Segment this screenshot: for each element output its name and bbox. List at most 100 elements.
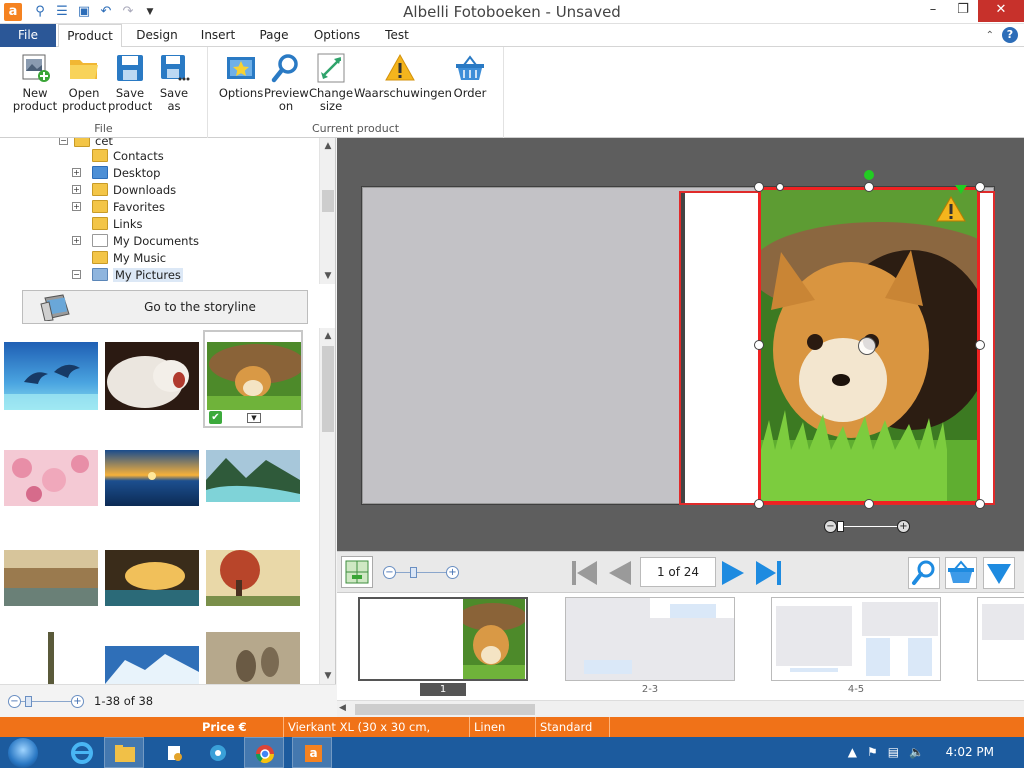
preview-magnifier-button[interactable] <box>908 557 940 589</box>
first-page-button[interactable] <box>569 557 601 589</box>
save-as-button[interactable]: Save as <box>152 53 196 113</box>
change-size-button[interactable]: Change size <box>308 53 354 113</box>
last-page-button[interactable] <box>752 557 784 589</box>
volume-icon[interactable]: 🔈 <box>909 745 924 759</box>
help-icon[interactable]: ? <box>1002 27 1018 43</box>
preview-button[interactable]: Preview on <box>264 53 309 113</box>
tree-item-links[interactable]: Links <box>76 215 143 232</box>
filmstrip-scroll-thumb[interactable] <box>355 704 535 715</box>
network-icon[interactable]: ▤ <box>888 745 899 759</box>
tray-expand-icon[interactable]: ▲ <box>848 745 857 759</box>
scroll-left-icon[interactable]: ◀ <box>339 703 346 713</box>
photo-thumb-white-lion[interactable] <box>105 342 199 410</box>
more-options-button[interactable] <box>983 557 1015 589</box>
save-product-button[interactable]: Save product <box>108 53 152 113</box>
expand-icon[interactable]: + <box>72 185 81 194</box>
collapse-ribbon-icon[interactable]: ⌃ <box>986 30 994 41</box>
resize-handle-right[interactable] <box>975 340 985 350</box>
photo-thumb-cherry-blossom[interactable] <box>4 450 98 506</box>
tree-item-favorites[interactable]: + Favorites <box>72 198 165 215</box>
resize-handle-left[interactable] <box>754 340 764 350</box>
quick-search-icon[interactable]: ⚲ <box>32 4 48 20</box>
collapse-icon[interactable]: − <box>72 270 81 279</box>
expand-icon[interactable]: + <box>72 236 81 245</box>
tree-item-downloads[interactable]: + Downloads <box>72 181 176 198</box>
close-button[interactable]: ✕ <box>978 0 1024 22</box>
photo-thumb-riverside-city[interactable] <box>4 550 98 606</box>
photo-grid-scrollbar[interactable]: ▲ ▼ <box>319 328 335 684</box>
photo-thumb-sunset-sea[interactable] <box>105 450 199 506</box>
customize-quick-access-icon[interactable]: ▼ <box>142 4 158 20</box>
expand-icon[interactable]: + <box>72 202 81 211</box>
photo-thumb-mountain-river[interactable] <box>206 450 300 502</box>
quick-new-icon[interactable]: ☰ <box>54 4 70 20</box>
photo-thumb-dolphins[interactable] <box>4 342 98 410</box>
filmstrip-scrollbar[interactable]: ◀ <box>337 700 1024 717</box>
low-resolution-warning-icon[interactable] <box>936 196 966 225</box>
start-button[interactable] <box>8 738 38 768</box>
options-button[interactable]: Options <box>218 53 264 100</box>
photo-zoom-in-icon[interactable]: + <box>897 520 910 533</box>
tab-insert[interactable]: Insert <box>192 24 244 47</box>
zoom-out-icon[interactable]: − <box>8 695 21 708</box>
folder-tree[interactable]: − cet Contacts + Desktop + Downloads + F… <box>0 138 320 284</box>
resize-handle-top-left[interactable] <box>754 182 764 192</box>
taskbar-tool-icon[interactable] <box>154 737 194 768</box>
scroll-down-icon[interactable]: ▼ <box>320 268 336 284</box>
filmstrip-zoom-out-icon[interactable]: − <box>383 566 396 579</box>
thumbnail-zoom-control[interactable]: − + <box>8 695 84 708</box>
scroll-up-icon[interactable]: ▲ <box>320 138 336 154</box>
page-indicator[interactable]: 1 of 24 <box>640 557 716 587</box>
warnings-button[interactable]: Waarschuwingen <box>354 53 452 100</box>
tree-item-my-pictures[interactable]: − My Pictures <box>72 266 183 283</box>
layout-grid-button[interactable] <box>341 556 373 588</box>
filmstrip-zoom-in-icon[interactable]: + <box>446 566 459 579</box>
pan-photo-icon[interactable] <box>858 337 876 355</box>
filmstrip-zoom-knob[interactable] <box>410 567 417 578</box>
redo-icon[interactable]: ↷ <box>120 4 136 20</box>
tab-test[interactable]: Test <box>378 24 416 47</box>
next-page-button[interactable] <box>718 557 750 589</box>
photo-thumb-autumn-tree[interactable] <box>206 550 300 606</box>
photo-grid-scroll-thumb[interactable] <box>322 346 334 432</box>
crop-handle[interactable] <box>776 183 784 191</box>
tab-file[interactable]: File <box>0 24 56 47</box>
tree-scrollbar[interactable]: ▲ ▼ <box>319 138 335 284</box>
tab-product[interactable]: Product <box>58 24 122 48</box>
undo-icon[interactable]: ↶ <box>98 4 114 20</box>
taskbar-clock[interactable]: 4:02 PM <box>946 745 994 759</box>
rotate-handle[interactable] <box>864 170 874 180</box>
tree-item-contacts[interactable]: Contacts <box>76 147 164 164</box>
filmstrip-page-next[interactable] <box>977 597 1024 681</box>
photo-thumb-fox-cub-selected[interactable]: ✔ ▼ <box>203 330 303 428</box>
tab-page[interactable]: Page <box>252 24 296 47</box>
photo-options-dropdown-icon[interactable]: ▼ <box>247 413 261 423</box>
taskbar-explorer-icon[interactable] <box>104 737 144 768</box>
storyline-button[interactable]: Go to the storyline <box>22 290 308 324</box>
tab-design[interactable]: Design <box>130 24 184 47</box>
photo-thumb-glacier[interactable] <box>105 646 199 684</box>
placed-photo-fox-cub[interactable] <box>758 187 980 504</box>
filmstrip-page-2-3[interactable] <box>565 597 735 681</box>
filmstrip-page-1[interactable] <box>358 597 528 681</box>
new-product-button[interactable]: New product <box>10 53 60 113</box>
resize-handle-top[interactable] <box>864 182 874 192</box>
resize-handle-bottom-left[interactable] <box>754 499 764 509</box>
order-button[interactable]: Order <box>448 53 492 100</box>
tab-options[interactable]: Options <box>308 24 366 47</box>
zoom-slider-knob[interactable] <box>25 696 32 707</box>
photo-zoom-out-icon[interactable]: − <box>824 520 837 533</box>
restore-button[interactable]: ❐ <box>948 0 978 22</box>
scroll-down-icon[interactable]: ▼ <box>320 668 336 684</box>
resize-handle-bottom[interactable] <box>864 499 874 509</box>
photo-zoom-control[interactable]: − + <box>824 520 910 533</box>
photo-thumb-meerkats[interactable] <box>206 632 300 684</box>
filmstrip-page-4-5[interactable] <box>771 597 941 681</box>
taskbar-ie-icon[interactable] <box>62 737 102 768</box>
photo-zoom-knob[interactable] <box>837 521 844 532</box>
order-basket-button[interactable] <box>945 557 977 589</box>
resize-handle-top-right[interactable] <box>975 182 985 192</box>
expand-icon[interactable]: + <box>72 168 81 177</box>
taskbar-chrome-icon[interactable] <box>244 737 284 768</box>
tree-item-my-documents[interactable]: + My Documents <box>72 232 199 249</box>
